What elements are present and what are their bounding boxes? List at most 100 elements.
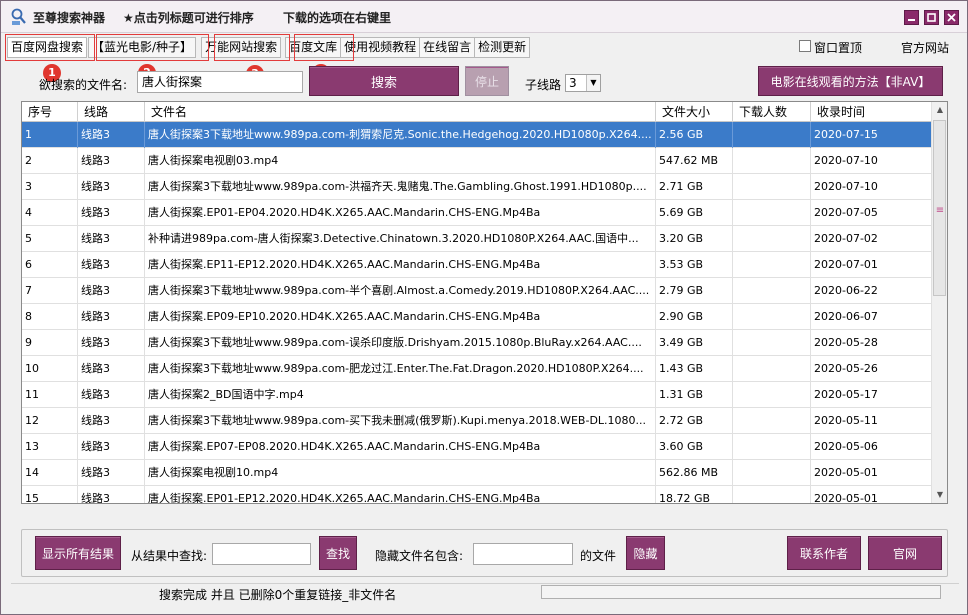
cell-size: 3.49 GB: [656, 330, 733, 356]
table-row[interactable]: 9 线路3 唐人街探案3下载地址www.989pa.com-误杀印度版.Drishy…: [22, 330, 932, 356]
cell-filename: 唐人街探案.EP01-EP12.2020.HD4K.X265.AAC.Manda…: [145, 486, 656, 503]
app-title: 至尊搜索神器: [33, 11, 106, 25]
pin-window-checkbox[interactable]: [799, 40, 811, 52]
find-label: 从结果中查找:: [131, 549, 208, 563]
status-message: 搜索完成 并且 已删除0个重复链接_非文件名: [159, 588, 397, 602]
cell-index: 15: [22, 486, 78, 503]
cell-downloads: [733, 226, 811, 252]
cell-date: 2020-05-01: [814, 492, 878, 504]
table-row[interactable]: 15 线路3 唐人街探案.EP01-EP12.2020.HD4K.X265.AAC.…: [22, 486, 932, 504]
minimize-button[interactable]: [904, 10, 919, 25]
cell-index: 1: [22, 122, 78, 148]
close-button[interactable]: [944, 10, 959, 25]
cell-index: 7: [22, 278, 78, 304]
search-input[interactable]: 唐人街探案: [137, 71, 303, 93]
table-header: 序号 线路 文件名 文件大小 下载人数 收录时间: [22, 102, 932, 122]
table-row[interactable]: 4 线路3 唐人街探案.EP01-EP04.2020.HD4K.X265.AAC.M…: [22, 200, 932, 226]
cell-filename: 唐人街探案电视剧03.mp4: [145, 148, 656, 174]
cell-route: 线路3: [78, 486, 145, 503]
tab-check-update[interactable]: 检测更新: [474, 37, 531, 58]
tab-universal-site[interactable]: 万能网站搜索: [201, 37, 282, 58]
find-button[interactable]: 查找: [319, 536, 357, 570]
cell-route: 线路3: [78, 330, 145, 356]
maximize-button[interactable]: [924, 10, 939, 25]
cell-route: 线路3: [78, 460, 145, 486]
pin-window-label: 窗口置顶: [814, 41, 863, 55]
tab-baidu-pan[interactable]: 百度网盘搜索: [7, 37, 88, 58]
cell-index: 4: [22, 200, 78, 226]
tab-video-tutorial[interactable]: 使用视频教程: [340, 37, 421, 58]
cell-route: 线路3: [78, 122, 145, 148]
cell-downloads: [733, 252, 811, 278]
table-row[interactable]: 12 线路3 唐人街探案3下载地址www.989pa.com-买下我未删减(俄罗斯)…: [22, 408, 932, 434]
stop-button[interactable]: 停止: [465, 66, 509, 96]
close-icon: [947, 13, 956, 22]
table-row[interactable]: 3 线路3 唐人街探案3下载地址www.989pa.com-洪福齐天.鬼赌鬼.The…: [22, 174, 932, 200]
scroll-down-icon[interactable]: ▼: [932, 487, 947, 503]
find-input[interactable]: [212, 543, 311, 565]
scroll-up-icon[interactable]: ▲: [932, 102, 947, 118]
table-row[interactable]: 14 线路3 唐人街探案电视剧10.mp4 562.86 MB 2020-05-01: [22, 460, 932, 486]
table-row[interactable]: 13 线路3 唐人街探案.EP07-EP08.2020.HD4K.X265.AAC.…: [22, 434, 932, 460]
cell-filename: 唐人街探案3下载地址www.989pa.com-半个喜剧.Almost.a.Co…: [145, 278, 656, 304]
cell-size: 5.69 GB: [656, 200, 733, 226]
column-header-size[interactable]: 文件大小: [656, 102, 733, 122]
cell-size: 1.43 GB: [656, 356, 733, 382]
show-all-button[interactable]: 显示所有结果: [35, 536, 121, 570]
cell-size: 1.31 GB: [656, 382, 733, 408]
cell-date: 2020-07-10: [814, 154, 878, 167]
table-row[interactable]: 5 线路3 补种请进989pa.com-唐人街探案3.Detective.China…: [22, 226, 932, 252]
search-button[interactable]: 搜索: [309, 66, 459, 96]
cell-route: 线路3: [78, 148, 145, 174]
cell-size: 2.72 GB: [656, 408, 733, 434]
column-header-route[interactable]: 线路: [78, 102, 145, 122]
cell-filename: 唐人街探案2_BD国语中字.mp4: [145, 382, 656, 408]
table-row[interactable]: 11 线路3 唐人街探案2_BD国语中字.mp4 1.31 GB 2020-05-17: [22, 382, 932, 408]
cell-date: 2020-07-01: [814, 258, 878, 271]
cell-filename: 唐人街探案3下载地址www.989pa.com-买下我未删减(俄罗斯).Kupi…: [145, 408, 656, 434]
cell-route: 线路3: [78, 382, 145, 408]
thread-label: 子线路: [525, 78, 562, 92]
download-hint: 下载的选项在右键里: [283, 11, 392, 25]
cell-date: 2020-05-17: [814, 388, 878, 401]
official-site-link[interactable]: 官方网站: [901, 39, 949, 56]
tab-online-message[interactable]: 在线留言: [419, 37, 476, 58]
cell-date: 2020-05-28: [814, 336, 878, 349]
cell-route: 线路3: [78, 174, 145, 200]
movie-method-button[interactable]: 电影在线观看的方法【非AV】: [758, 66, 943, 96]
table-row[interactable]: 6 线路3 唐人街探案.EP11-EP12.2020.HD4K.X265.AAC.M…: [22, 252, 932, 278]
hide-label: 隐藏文件名包含:: [375, 549, 464, 563]
column-header-downloads[interactable]: 下载人数: [733, 102, 811, 122]
cell-index: 5: [22, 226, 78, 252]
table-row[interactable]: 8 线路3 唐人街探案.EP09-EP10.2020.HD4K.X265.AAC.M…: [22, 304, 932, 330]
column-header-index[interactable]: 序号: [22, 102, 78, 122]
scroll-grip-icon: ≡: [935, 205, 945, 216]
contact-author-button[interactable]: 联系作者: [787, 536, 861, 570]
cell-downloads: [733, 278, 811, 304]
cell-route: 线路3: [78, 226, 145, 252]
cell-downloads: [733, 434, 811, 460]
official-site-button[interactable]: 官网: [868, 536, 942, 570]
hide-button[interactable]: 隐藏: [626, 536, 665, 570]
cell-downloads: [733, 148, 811, 174]
cell-route: 线路3: [78, 408, 145, 434]
cell-filename: 唐人街探案3下载地址www.989pa.com-肥龙过江.Enter.The.F…: [145, 356, 656, 382]
table-row[interactable]: 10 线路3 唐人街探案3下载地址www.989pa.com-肥龙过江.Enter.…: [22, 356, 932, 382]
hide-input[interactable]: [473, 543, 573, 565]
cell-size: 2.56 GB: [656, 122, 733, 148]
table-row[interactable]: 7 线路3 唐人街探案3下载地址www.989pa.com-半个喜剧.Almost.…: [22, 278, 932, 304]
table-row[interactable]: 2 线路3 唐人街探案电视剧03.mp4 547.62 MB 2020-07-10: [22, 148, 932, 174]
cell-filename: 唐人街探案.EP07-EP08.2020.HD4K.X265.AAC.Manda…: [145, 434, 656, 460]
column-header-date[interactable]: 收录时间: [811, 102, 932, 122]
thread-select[interactable]: 3 ▼: [565, 74, 601, 92]
tab-baidu-wenku[interactable]: 百度文库: [285, 37, 342, 58]
cell-index: 8: [22, 304, 78, 330]
cell-size: 2.71 GB: [656, 174, 733, 200]
vertical-scrollbar[interactable]: ▲ ≡ ▼: [931, 102, 947, 503]
cell-date: 2020-05-01: [814, 466, 878, 479]
column-header-filename[interactable]: 文件名: [145, 102, 656, 122]
cell-route: 线路3: [78, 200, 145, 226]
tab-bluray-torrent[interactable]: 【蓝光电影/种子】: [88, 37, 197, 58]
hide-suffix-label: 的文件: [580, 549, 617, 563]
table-row[interactable]: 1 线路3 唐人街探案3下载地址www.989pa.com-刺猬索尼克.Sonic.…: [22, 122, 932, 148]
